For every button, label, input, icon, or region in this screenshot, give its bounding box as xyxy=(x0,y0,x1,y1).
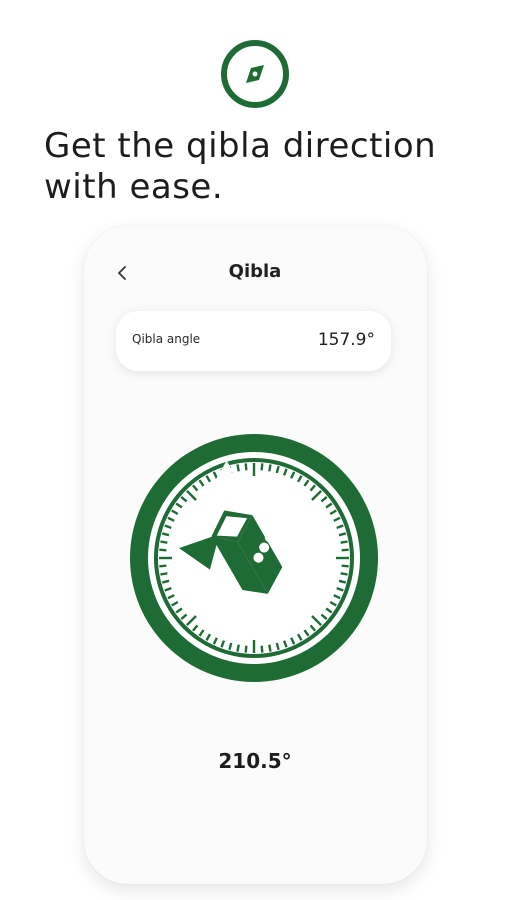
compass-tick xyxy=(340,572,348,576)
compass-tick xyxy=(268,644,272,652)
qibla-compass xyxy=(130,434,378,682)
compass-tick xyxy=(260,645,264,653)
compass-tick xyxy=(244,463,248,471)
chevron-left-icon xyxy=(118,266,126,280)
compass-tick xyxy=(340,540,348,544)
qibla-angle-value: 157.9° xyxy=(317,330,375,350)
headline-line-1: Get the qibla direction xyxy=(44,126,437,166)
compass-tick xyxy=(260,463,264,471)
compass-tick xyxy=(160,572,168,576)
screen-title: Qibla xyxy=(228,261,282,282)
compass-tick xyxy=(236,464,240,472)
compass-tick xyxy=(159,548,167,552)
qibla-angle-label: Qibla angle xyxy=(132,332,201,346)
back-button[interactable] xyxy=(112,262,132,284)
compass-tick xyxy=(160,540,168,544)
qibla-angle-card: Qibla angle 157.9° xyxy=(116,311,391,371)
compass-tick xyxy=(268,464,272,472)
compass-tick xyxy=(159,564,167,568)
compass-tick xyxy=(341,564,349,568)
compass-icon xyxy=(219,38,291,110)
headline-line-2: with ease. xyxy=(44,167,224,207)
compass-tick xyxy=(236,644,240,652)
compass-heading-value: 210.5° xyxy=(218,749,292,773)
headline: Get the qibla direction with ease. xyxy=(44,126,484,208)
kaaba-compass-dial xyxy=(130,434,378,682)
compass-tick xyxy=(244,645,248,653)
compass-tick xyxy=(341,548,349,552)
